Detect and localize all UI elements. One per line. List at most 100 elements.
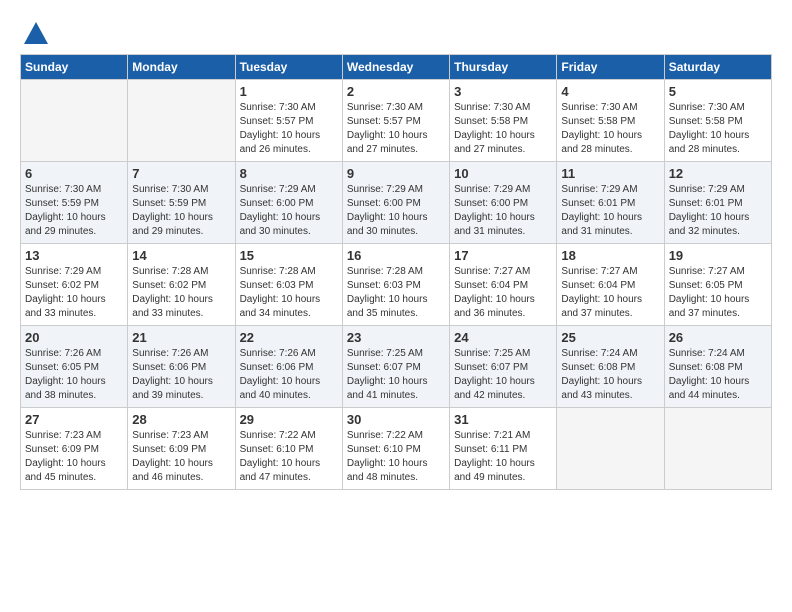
day-number: 3 bbox=[454, 84, 552, 99]
calendar-cell: 31Sunrise: 7:21 AM Sunset: 6:11 PM Dayli… bbox=[450, 408, 557, 490]
day-info: Sunrise: 7:22 AM Sunset: 6:10 PM Dayligh… bbox=[347, 429, 445, 485]
day-info: Sunrise: 7:27 AM Sunset: 6:05 PM Dayligh… bbox=[669, 265, 767, 321]
day-number: 1 bbox=[240, 84, 338, 99]
day-number: 16 bbox=[347, 248, 445, 263]
calendar-cell: 18 Sunrise: 7:27 AM Sunset: 6:04 PM Dayli… bbox=[557, 244, 664, 326]
calendar-cell: 16Sunrise: 7:28 AM Sunset: 6:03 PM Dayli… bbox=[342, 244, 449, 326]
day-info: Sunrise: 7:30 AM Sunset: 5:58 PM Dayligh… bbox=[561, 101, 659, 157]
day-info: Sunrise: 7:21 AM Sunset: 6:11 PM Dayligh… bbox=[454, 429, 552, 485]
column-header-friday: Friday bbox=[557, 55, 664, 80]
day-number: 30 bbox=[347, 412, 445, 427]
day-number: 25 bbox=[561, 330, 659, 345]
day-number: 18 bbox=[561, 248, 659, 263]
column-header-monday: Monday bbox=[128, 55, 235, 80]
day-number: 24 bbox=[454, 330, 552, 345]
day-info: Sunrise: 7:25 AM Sunset: 6:07 PM Dayligh… bbox=[347, 347, 445, 403]
calendar-cell: 22 Sunrise: 7:26 AM Sunset: 6:06 PM Dayli… bbox=[235, 326, 342, 408]
day-number: 12 bbox=[669, 166, 767, 181]
day-number: 4 bbox=[561, 84, 659, 99]
calendar-cell: 24Sunrise: 7:25 AM Sunset: 6:07 PM Dayli… bbox=[450, 326, 557, 408]
calendar-cell: 12 Sunrise: 7:29 AM Sunset: 6:01 PM Dayli… bbox=[664, 162, 771, 244]
day-info: Sunrise: 7:30 AM Sunset: 5:59 PM Dayligh… bbox=[132, 183, 230, 239]
day-number: 15 bbox=[240, 248, 338, 263]
calendar-cell: 28 Sunrise: 7:23 AM Sunset: 6:09 PM Dayli… bbox=[128, 408, 235, 490]
calendar-cell: 10 Sunrise: 7:29 AM Sunset: 6:00 PM Dayli… bbox=[450, 162, 557, 244]
calendar-cell: 8 Sunrise: 7:29 AM Sunset: 6:00 PM Daylig… bbox=[235, 162, 342, 244]
day-info: Sunrise: 7:23 AM Sunset: 6:09 PM Dayligh… bbox=[25, 429, 123, 485]
day-info: Sunrise: 7:30 AM Sunset: 5:58 PM Dayligh… bbox=[454, 101, 552, 157]
column-header-sunday: Sunday bbox=[21, 55, 128, 80]
calendar-cell: 2 Sunrise: 7:30 AM Sunset: 5:57 PM Daylig… bbox=[342, 80, 449, 162]
day-number: 17 bbox=[454, 248, 552, 263]
day-info: Sunrise: 7:30 AM Sunset: 5:57 PM Dayligh… bbox=[240, 101, 338, 157]
day-number: 9 bbox=[347, 166, 445, 181]
calendar-cell bbox=[557, 408, 664, 490]
day-number: 20 bbox=[25, 330, 123, 345]
day-number: 6 bbox=[25, 166, 123, 181]
day-number: 7 bbox=[132, 166, 230, 181]
calendar-cell bbox=[128, 80, 235, 162]
day-number: 22 bbox=[240, 330, 338, 345]
day-number: 28 bbox=[132, 412, 230, 427]
day-info: Sunrise: 7:28 AM Sunset: 6:03 PM Dayligh… bbox=[240, 265, 338, 321]
calendar-cell bbox=[664, 408, 771, 490]
day-info: Sunrise: 7:29 AM Sunset: 6:01 PM Dayligh… bbox=[561, 183, 659, 239]
logo-icon bbox=[22, 20, 50, 48]
day-number: 14 bbox=[132, 248, 230, 263]
week-row-4: 20Sunrise: 7:26 AM Sunset: 6:05 PM Dayli… bbox=[21, 326, 772, 408]
day-number: 2 bbox=[347, 84, 445, 99]
day-info: Sunrise: 7:29 AM Sunset: 6:01 PM Dayligh… bbox=[669, 183, 767, 239]
logo bbox=[20, 20, 52, 44]
calendar-cell: 21 Sunrise: 7:26 AM Sunset: 6:06 PM Dayli… bbox=[128, 326, 235, 408]
column-header-wednesday: Wednesday bbox=[342, 55, 449, 80]
day-info: Sunrise: 7:22 AM Sunset: 6:10 PM Dayligh… bbox=[240, 429, 338, 485]
calendar-cell bbox=[21, 80, 128, 162]
column-header-tuesday: Tuesday bbox=[235, 55, 342, 80]
day-info: Sunrise: 7:24 AM Sunset: 6:08 PM Dayligh… bbox=[561, 347, 659, 403]
day-number: 23 bbox=[347, 330, 445, 345]
calendar-cell: 9 Sunrise: 7:29 AM Sunset: 6:00 PM Daylig… bbox=[342, 162, 449, 244]
calendar-cell: 14Sunrise: 7:28 AM Sunset: 6:02 PM Dayli… bbox=[128, 244, 235, 326]
calendar-cell: 15 Sunrise: 7:28 AM Sunset: 6:03 PM Dayli… bbox=[235, 244, 342, 326]
calendar-cell: 27 Sunrise: 7:23 AM Sunset: 6:09 PM Dayli… bbox=[21, 408, 128, 490]
day-info: Sunrise: 7:29 AM Sunset: 6:00 PM Dayligh… bbox=[454, 183, 552, 239]
calendar-cell: 3 Sunrise: 7:30 AM Sunset: 5:58 PM Daylig… bbox=[450, 80, 557, 162]
day-info: Sunrise: 7:26 AM Sunset: 6:06 PM Dayligh… bbox=[132, 347, 230, 403]
week-row-2: 6 Sunrise: 7:30 AM Sunset: 5:59 PM Daylig… bbox=[21, 162, 772, 244]
day-info: Sunrise: 7:27 AM Sunset: 6:04 PM Dayligh… bbox=[561, 265, 659, 321]
calendar-cell: 11 Sunrise: 7:29 AM Sunset: 6:01 PM Dayli… bbox=[557, 162, 664, 244]
calendar-cell: 13Sunrise: 7:29 AM Sunset: 6:02 PM Dayli… bbox=[21, 244, 128, 326]
calendar-cell: 20Sunrise: 7:26 AM Sunset: 6:05 PM Dayli… bbox=[21, 326, 128, 408]
day-number: 10 bbox=[454, 166, 552, 181]
week-row-5: 27 Sunrise: 7:23 AM Sunset: 6:09 PM Dayli… bbox=[21, 408, 772, 490]
day-number: 8 bbox=[240, 166, 338, 181]
calendar-cell: 17 Sunrise: 7:27 AM Sunset: 6:04 PM Dayli… bbox=[450, 244, 557, 326]
day-info: Sunrise: 7:26 AM Sunset: 6:06 PM Dayligh… bbox=[240, 347, 338, 403]
calendar-cell: 4 Sunrise: 7:30 AM Sunset: 5:58 PM Daylig… bbox=[557, 80, 664, 162]
day-number: 5 bbox=[669, 84, 767, 99]
week-row-3: 13Sunrise: 7:29 AM Sunset: 6:02 PM Dayli… bbox=[21, 244, 772, 326]
header-row: SundayMondayTuesdayWednesdayThursdayFrid… bbox=[21, 55, 772, 80]
day-info: Sunrise: 7:29 AM Sunset: 6:00 PM Dayligh… bbox=[347, 183, 445, 239]
day-info: Sunrise: 7:27 AM Sunset: 6:04 PM Dayligh… bbox=[454, 265, 552, 321]
calendar-cell: 5Sunrise: 7:30 AM Sunset: 5:58 PM Daylig… bbox=[664, 80, 771, 162]
day-number: 19 bbox=[669, 248, 767, 263]
calendar-table: SundayMondayTuesdayWednesdayThursdayFrid… bbox=[20, 54, 772, 490]
day-number: 21 bbox=[132, 330, 230, 345]
day-info: Sunrise: 7:23 AM Sunset: 6:09 PM Dayligh… bbox=[132, 429, 230, 485]
column-header-thursday: Thursday bbox=[450, 55, 557, 80]
calendar-cell: 23 Sunrise: 7:25 AM Sunset: 6:07 PM Dayli… bbox=[342, 326, 449, 408]
column-header-saturday: Saturday bbox=[664, 55, 771, 80]
day-number: 29 bbox=[240, 412, 338, 427]
day-number: 27 bbox=[25, 412, 123, 427]
day-number: 11 bbox=[561, 166, 659, 181]
calendar-cell: 1 Sunrise: 7:30 AM Sunset: 5:57 PM Daylig… bbox=[235, 80, 342, 162]
day-number: 26 bbox=[669, 330, 767, 345]
day-info: Sunrise: 7:30 AM Sunset: 5:57 PM Dayligh… bbox=[347, 101, 445, 157]
week-row-1: 1 Sunrise: 7:30 AM Sunset: 5:57 PM Daylig… bbox=[21, 80, 772, 162]
calendar-cell: 19 Sunrise: 7:27 AM Sunset: 6:05 PM Dayli… bbox=[664, 244, 771, 326]
day-info: Sunrise: 7:29 AM Sunset: 6:00 PM Dayligh… bbox=[240, 183, 338, 239]
day-info: Sunrise: 7:24 AM Sunset: 6:08 PM Dayligh… bbox=[669, 347, 767, 403]
logo-text bbox=[20, 20, 52, 48]
page-header bbox=[20, 20, 772, 44]
